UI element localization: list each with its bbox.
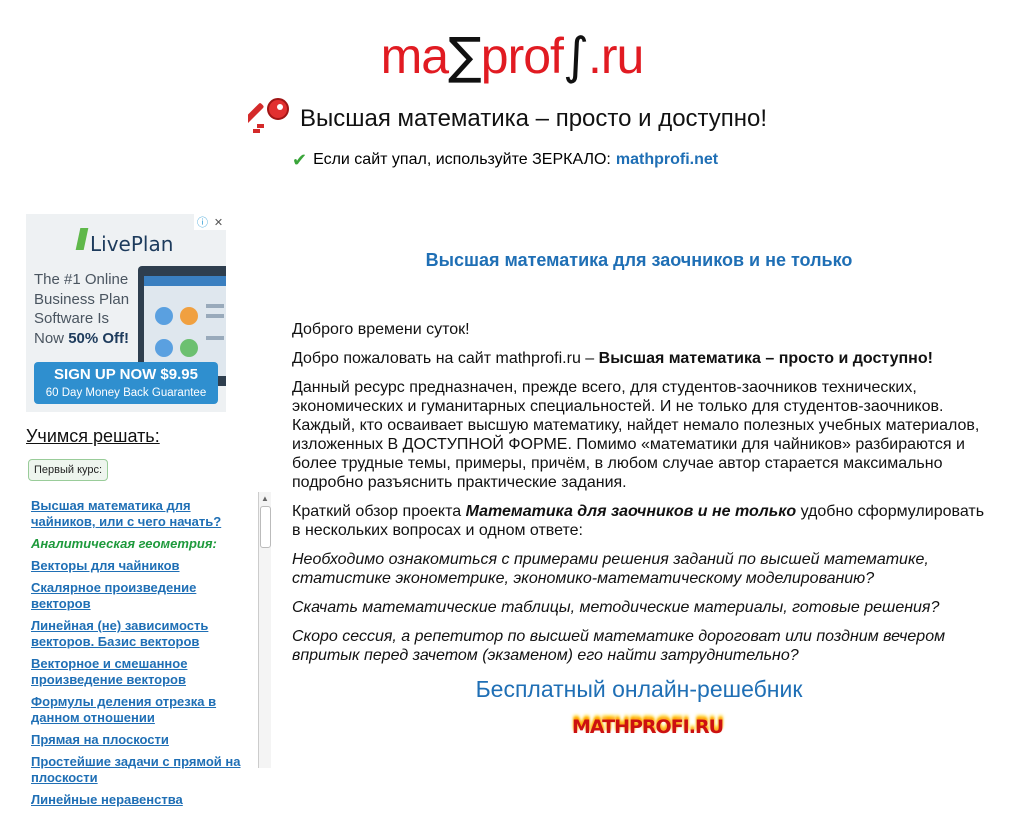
sidebar-nav-link[interactable]: Векторное и смешанное произведение векто… (31, 656, 257, 688)
logo-sigma: ∑ (448, 27, 482, 85)
ad-screen-image (144, 276, 226, 376)
ad-signup-button[interactable]: SIGN UP NOW $9.95 60 Day Money Back Guar… (34, 362, 218, 404)
adchoices[interactable]: ⓘ ✕ (194, 214, 226, 230)
sidebar-scrollbar[interactable]: ▲ (258, 492, 271, 768)
ad-dashboard-graphic (144, 276, 226, 357)
sidebar-nav-link[interactable]: Прямая на плоскости (31, 732, 257, 748)
question-2: Скачать математические таблицы, методиче… (292, 598, 986, 617)
main-content: Высшая математика для заочников и не тол… (292, 248, 986, 703)
mirror-text: Если сайт упал, используйте ЗЕРКАЛО: (313, 151, 611, 168)
ad-headline-line: The #1 Online (34, 271, 129, 288)
overview-paragraph: Краткий обзор проекта Математика для зао… (292, 502, 986, 540)
ad-cta-sub: 60 Day Money Back Guarantee (45, 387, 207, 399)
sidebar-nav-link[interactable]: Линейные неравенства (31, 792, 257, 808)
question-1-text: Необходимо ознакомиться с примерами реше… (292, 551, 929, 587)
liveplan-logo-icon (75, 228, 89, 250)
ad-now: Now (34, 329, 69, 347)
logo-integral: ∫ (562, 27, 589, 85)
scroll-up-arrow-icon[interactable]: ▲ (260, 494, 270, 504)
site-tagline: Высшая математика – просто и доступно! (300, 105, 768, 132)
solver-logo-image[interactable]: MATHPROFI.RU (572, 711, 724, 743)
sidebar-nav-link[interactable]: Высшая математика для чайников, или с че… (31, 498, 257, 530)
key-icon (248, 98, 289, 133)
info-icon[interactable]: ⓘ (197, 214, 208, 230)
tagline-row: Высшая математика – просто и доступно! (248, 96, 767, 142)
welcome-text: Добро пожаловать на сайт mathprofi.ru – (292, 350, 599, 367)
ad-headline-line: Software Is (34, 310, 110, 327)
sidebar-nav-link[interactable]: Векторы для чайников (31, 558, 257, 574)
close-icon[interactable]: ✕ (214, 216, 223, 229)
sidebar-section-heading: Аналитическая геометрия: (31, 536, 217, 551)
logo-text-ru: .ru (588, 28, 644, 84)
sidebar-nav-link[interactable]: Линейная (не) зависимость векторов. Бази… (31, 618, 257, 650)
welcome-bold: Высшая математика – просто и доступно! (598, 350, 933, 367)
question-3: Скоро сессия, а репетитор по высшей мате… (292, 627, 986, 665)
mirror-link[interactable]: mathprofi.net (616, 151, 718, 169)
free-solver-link[interactable]: Бесплатный онлайн-решебник (292, 675, 986, 703)
ad-headline: The #1 Online Business Plan Software Is … (34, 270, 154, 348)
intro-paragraph: Данный ресурс предназначен, прежде всего… (292, 379, 980, 491)
logo-text-ma: ma (380, 28, 449, 84)
question-1: Необходимо ознакомиться с примерами реше… (292, 550, 986, 588)
mirror-notice: ✔ Если сайт упал, используйте ЗЕРКАЛО: m… (292, 148, 718, 172)
welcome-paragraph: Добро пожаловать на сайт mathprofi.ru – … (292, 349, 986, 368)
site-logo[interactable]: ma∑prof∫.ru (0, 26, 1024, 86)
scrollbar-thumb[interactable] (260, 506, 271, 548)
logo-text-prof: prof (480, 28, 564, 84)
question-3-text: Скоро сессия, а репетитор по высшей мате… (292, 628, 946, 664)
question-2-text: Скачать математические таблицы, методиче… (292, 599, 940, 616)
greeting: Доброго времени суток! (292, 321, 470, 338)
sidebar-nav: Высшая математика для чайников, или с че… (31, 498, 257, 814)
checkmark-icon: ✔ (292, 149, 308, 171)
ad-offer: 50% Off! (68, 329, 130, 347)
sidebar-nav-link[interactable]: Формулы деления отрезка в данном отношен… (31, 694, 257, 726)
sidebar-nav-link[interactable]: Скалярное произведение векторов (31, 580, 257, 612)
advertisement[interactable]: ⓘ ✕ LivePlan The #1 Online Business Plan… (26, 214, 226, 412)
ad-headline-line: Business Plan (34, 290, 130, 308)
ad-headline-line: Now 50% Off! (34, 329, 154, 349)
first-course-button[interactable]: Первый курс: (28, 459, 109, 481)
overview-bold: Математика для заочников и не только (465, 503, 797, 520)
page-title: Высшая математика для заочников и не тол… (425, 250, 853, 270)
ad-cta-main: SIGN UP NOW $9.95 (54, 366, 198, 383)
sidebar-title: Учимся решать: (26, 426, 160, 446)
sidebar-nav-link[interactable]: Простейшие задачи с прямой на плоскости (31, 754, 257, 786)
ad-brand: LivePlan (90, 232, 174, 256)
overview-prefix: Краткий обзор проекта (292, 503, 466, 520)
